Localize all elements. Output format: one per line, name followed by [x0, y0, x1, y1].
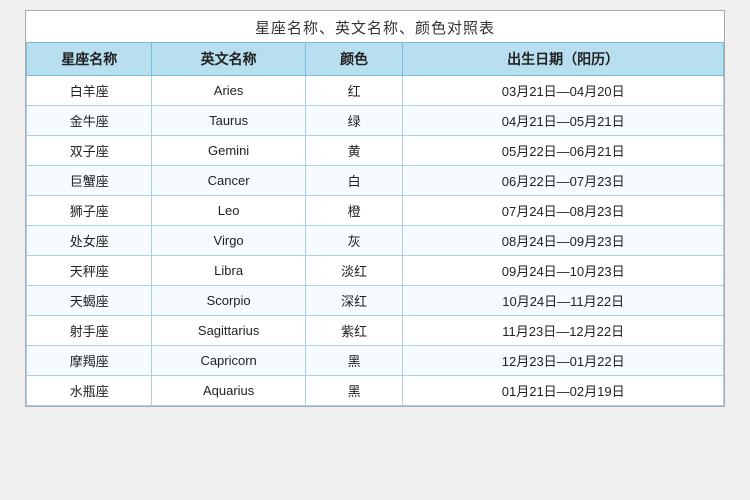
table-row: 天蝎座Scorpio深红10月24日—11月22日 [27, 286, 724, 316]
cell-name: 双子座 [27, 136, 152, 166]
cell-color: 红 [305, 76, 403, 106]
cell-date: 09月24日—10月23日 [403, 256, 724, 286]
table-row: 巨蟹座Cancer白06月22日—07月23日 [27, 166, 724, 196]
table-row: 狮子座Leo橙07月24日—08月23日 [27, 196, 724, 226]
cell-name: 射手座 [27, 316, 152, 346]
table-row: 双子座Gemini黄05月22日—06月21日 [27, 136, 724, 166]
header-color: 颜色 [305, 43, 403, 76]
cell-color: 橙 [305, 196, 403, 226]
cell-name: 狮子座 [27, 196, 152, 226]
table-row: 水瓶座Aquarius黑01月21日—02月19日 [27, 376, 724, 406]
cell-name: 天蝎座 [27, 286, 152, 316]
cell-name: 天秤座 [27, 256, 152, 286]
zodiac-table-container: 星座名称、英文名称、颜色对照表 星座名称 英文名称 颜色 出生日期（阳历） 白羊… [25, 10, 725, 407]
cell-name: 白羊座 [27, 76, 152, 106]
header-en-name: 英文名称 [152, 43, 305, 76]
cell-color: 紫红 [305, 316, 403, 346]
cell-en: Virgo [152, 226, 305, 256]
page-title: 星座名称、英文名称、颜色对照表 [26, 11, 724, 42]
table-body: 白羊座Aries红03月21日—04月20日金牛座Taurus绿04月21日—0… [27, 76, 724, 406]
cell-date: 08月24日—09月23日 [403, 226, 724, 256]
cell-en: Libra [152, 256, 305, 286]
cell-date: 10月24日—11月22日 [403, 286, 724, 316]
cell-color: 淡红 [305, 256, 403, 286]
cell-color: 白 [305, 166, 403, 196]
cell-en: Aries [152, 76, 305, 106]
cell-color: 黑 [305, 346, 403, 376]
cell-date: 03月21日—04月20日 [403, 76, 724, 106]
cell-color: 深红 [305, 286, 403, 316]
cell-en: Sagittarius [152, 316, 305, 346]
cell-color: 绿 [305, 106, 403, 136]
table-row: 白羊座Aries红03月21日—04月20日 [27, 76, 724, 106]
cell-name: 摩羯座 [27, 346, 152, 376]
cell-en: Gemini [152, 136, 305, 166]
header-zodiac-name: 星座名称 [27, 43, 152, 76]
zodiac-table: 星座名称 英文名称 颜色 出生日期（阳历） 白羊座Aries红03月21日—04… [26, 42, 724, 406]
cell-en: Cancer [152, 166, 305, 196]
cell-color: 灰 [305, 226, 403, 256]
table-row: 摩羯座Capricorn黑12月23日—01月22日 [27, 346, 724, 376]
cell-date: 11月23日—12月22日 [403, 316, 724, 346]
cell-color: 黄 [305, 136, 403, 166]
cell-date: 06月22日—07月23日 [403, 166, 724, 196]
cell-color: 黑 [305, 376, 403, 406]
cell-date: 12月23日—01月22日 [403, 346, 724, 376]
cell-en: Scorpio [152, 286, 305, 316]
cell-name: 金牛座 [27, 106, 152, 136]
cell-name: 巨蟹座 [27, 166, 152, 196]
table-row: 天秤座Libra淡红09月24日—10月23日 [27, 256, 724, 286]
table-row: 处女座Virgo灰08月24日—09月23日 [27, 226, 724, 256]
cell-date: 04月21日—05月21日 [403, 106, 724, 136]
cell-en: Aquarius [152, 376, 305, 406]
table-row: 金牛座Taurus绿04月21日—05月21日 [27, 106, 724, 136]
cell-en: Capricorn [152, 346, 305, 376]
table-row: 射手座Sagittarius紫红11月23日—12月22日 [27, 316, 724, 346]
table-header-row: 星座名称 英文名称 颜色 出生日期（阳历） [27, 43, 724, 76]
cell-name: 处女座 [27, 226, 152, 256]
cell-date: 05月22日—06月21日 [403, 136, 724, 166]
cell-date: 07月24日—08月23日 [403, 196, 724, 226]
cell-name: 水瓶座 [27, 376, 152, 406]
cell-en: Taurus [152, 106, 305, 136]
cell-date: 01月21日—02月19日 [403, 376, 724, 406]
cell-en: Leo [152, 196, 305, 226]
header-date: 出生日期（阳历） [403, 43, 724, 76]
